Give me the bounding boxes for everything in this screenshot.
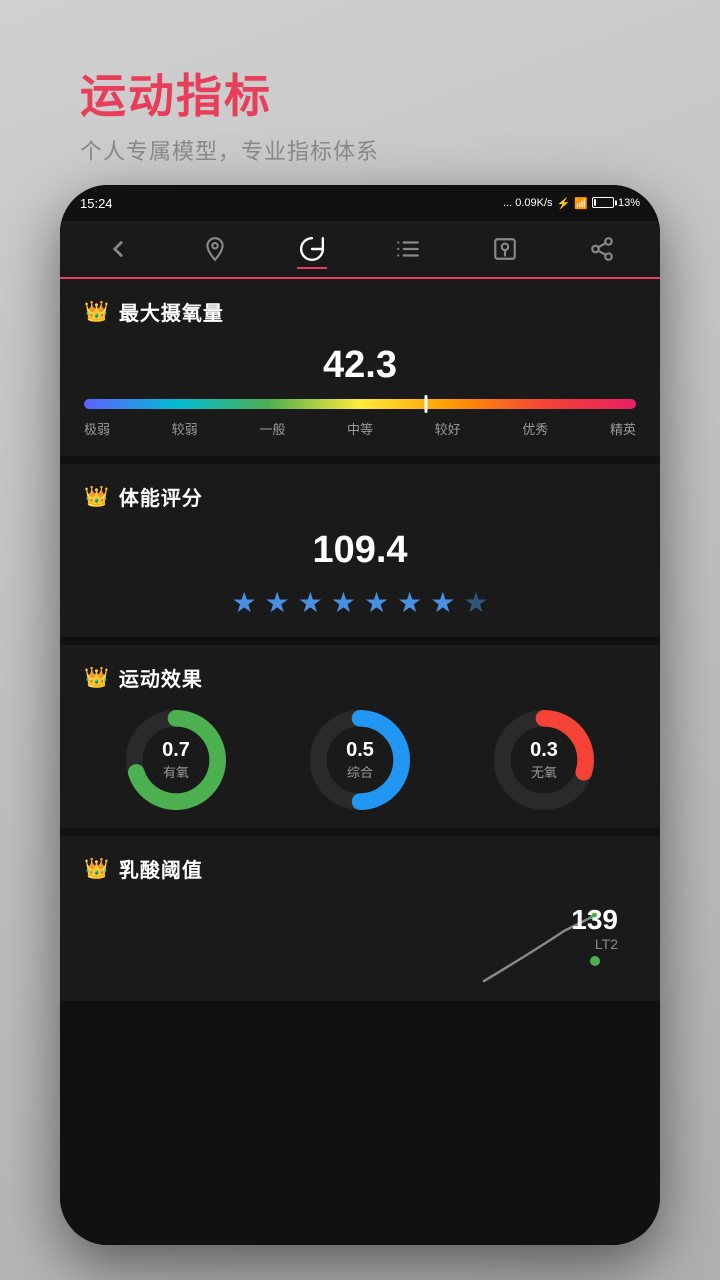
vo2max-title-row: 👑 最大摄氧量	[84, 297, 636, 326]
fitness-value: 109.4	[84, 529, 636, 572]
wifi-icon: 📶	[574, 197, 588, 210]
lactic-value: 139	[571, 904, 618, 936]
lactic-section: 👑 乳酸阈值 139 LT2	[60, 836, 660, 1001]
lactic-title-row: 👑 乳酸阈值	[84, 854, 636, 883]
label-3: 中等	[347, 419, 373, 438]
crown-icon-lactic: 👑	[84, 856, 109, 881]
page-subtitle: 个人专属模型，专业指标体系	[80, 134, 379, 166]
lactic-curve-svg	[84, 911, 636, 991]
gradient-bar	[84, 399, 636, 409]
battery-icon	[592, 197, 614, 209]
header-area: 运动指标 个人专属模型，专业指标体系	[80, 60, 379, 166]
star-3: ★	[298, 586, 323, 619]
status-time: 15:24	[80, 196, 113, 211]
star-1: ★	[232, 586, 257, 619]
lactic-sub: LT2	[571, 936, 618, 952]
fitness-title-row: 👑 体能评分	[84, 482, 636, 511]
fitness-section: 👑 体能评分 109.4 ★ ★ ★ ★ ★ ★ ★ ★	[60, 464, 660, 637]
anaerobic-label: 无氧	[530, 762, 558, 781]
crown-icon-vo2max: 👑	[84, 299, 109, 324]
lactic-label: 乳酸阈值	[119, 854, 203, 883]
comprehensive-gauge: 0.5 综合	[310, 710, 410, 810]
battery-pct: 13%	[618, 197, 640, 209]
comprehensive-item: 0.5 综合	[310, 710, 410, 810]
lactic-dot	[590, 956, 600, 966]
lactic-value-wrap: 139 LT2	[571, 904, 618, 966]
anaerobic-value: 0.3	[530, 739, 558, 762]
page-title: 运动指标	[80, 60, 379, 126]
anaerobic-gauge: 0.3 无氧	[494, 710, 594, 810]
exercise-label: 运动效果	[119, 663, 203, 692]
comprehensive-value: 0.5	[346, 739, 374, 762]
label-5: 优秀	[522, 419, 548, 438]
comprehensive-label: 综合	[346, 762, 374, 781]
label-2: 一般	[259, 419, 285, 438]
list-icon[interactable]	[388, 229, 428, 269]
star-7: ★	[430, 586, 455, 619]
star-8: ★	[463, 586, 488, 619]
label-4: 较好	[435, 419, 461, 438]
back-button[interactable]	[98, 229, 138, 269]
aerobic-text: 0.7 有氧	[162, 739, 190, 781]
bluetooth-icon: ⚡	[557, 197, 571, 210]
map-icon[interactable]	[195, 229, 235, 269]
crown-icon-exercise: 👑	[84, 665, 109, 690]
stars-row: ★ ★ ★ ★ ★ ★ ★ ★	[84, 586, 636, 619]
crown-icon-fitness: 👑	[84, 484, 109, 509]
gradient-marker	[425, 395, 428, 413]
star-5: ★	[364, 586, 389, 619]
bar-labels: 极弱 较弱 一般 中等 较好 优秀 精英	[84, 419, 636, 438]
share-icon[interactable]	[582, 229, 622, 269]
effect-row: 0.7 有氧 0.5	[84, 710, 636, 810]
comprehensive-text: 0.5 综合	[346, 739, 374, 781]
aerobic-label: 有氧	[162, 762, 190, 781]
search-icon[interactable]	[485, 229, 525, 269]
aerobic-item: 0.7 有氧	[126, 710, 226, 810]
network-speed: ... 0.09K/s	[503, 197, 553, 209]
label-1: 较弱	[172, 419, 198, 438]
phone-screen: 👑 最大摄氧量 42.3 极弱 较弱 一般 中等 较好 优秀 精英	[60, 221, 660, 1245]
label-6: 精英	[610, 419, 636, 438]
exercise-effect-section: 👑 运动效果 0.7 有氧	[60, 645, 660, 828]
vo2max-value: 42.3	[84, 344, 636, 387]
anaerobic-text: 0.3 无氧	[530, 739, 558, 781]
nav-bar	[60, 221, 660, 279]
fitness-label: 体能评分	[119, 482, 203, 511]
refresh-icon[interactable]	[292, 229, 332, 269]
content-scroll[interactable]: 👑 最大摄氧量 42.3 极弱 较弱 一般 中等 较好 优秀 精英	[60, 279, 660, 1245]
gradient-bar-wrap	[84, 399, 636, 409]
star-4: ★	[331, 586, 356, 619]
vo2max-section: 👑 最大摄氧量 42.3 极弱 较弱 一般 中等 较好 优秀 精英	[60, 279, 660, 456]
aerobic-gauge: 0.7 有氧	[126, 710, 226, 810]
star-6: ★	[397, 586, 422, 619]
aerobic-value: 0.7	[162, 739, 190, 762]
vo2max-label: 最大摄氧量	[119, 297, 224, 326]
star-2: ★	[265, 586, 290, 619]
status-right: ... 0.09K/s ⚡ 📶 13%	[503, 197, 640, 210]
exercise-title-row: 👑 运动效果	[84, 663, 636, 692]
label-0: 极弱	[84, 419, 110, 438]
status-bar: 15:24 ... 0.09K/s ⚡ 📶 13%	[60, 185, 660, 221]
phone-shell: 15:24 ... 0.09K/s ⚡ 📶 13%	[60, 185, 660, 1245]
lactic-chart: 139 LT2	[84, 901, 636, 991]
anaerobic-item: 0.3 无氧	[494, 710, 594, 810]
